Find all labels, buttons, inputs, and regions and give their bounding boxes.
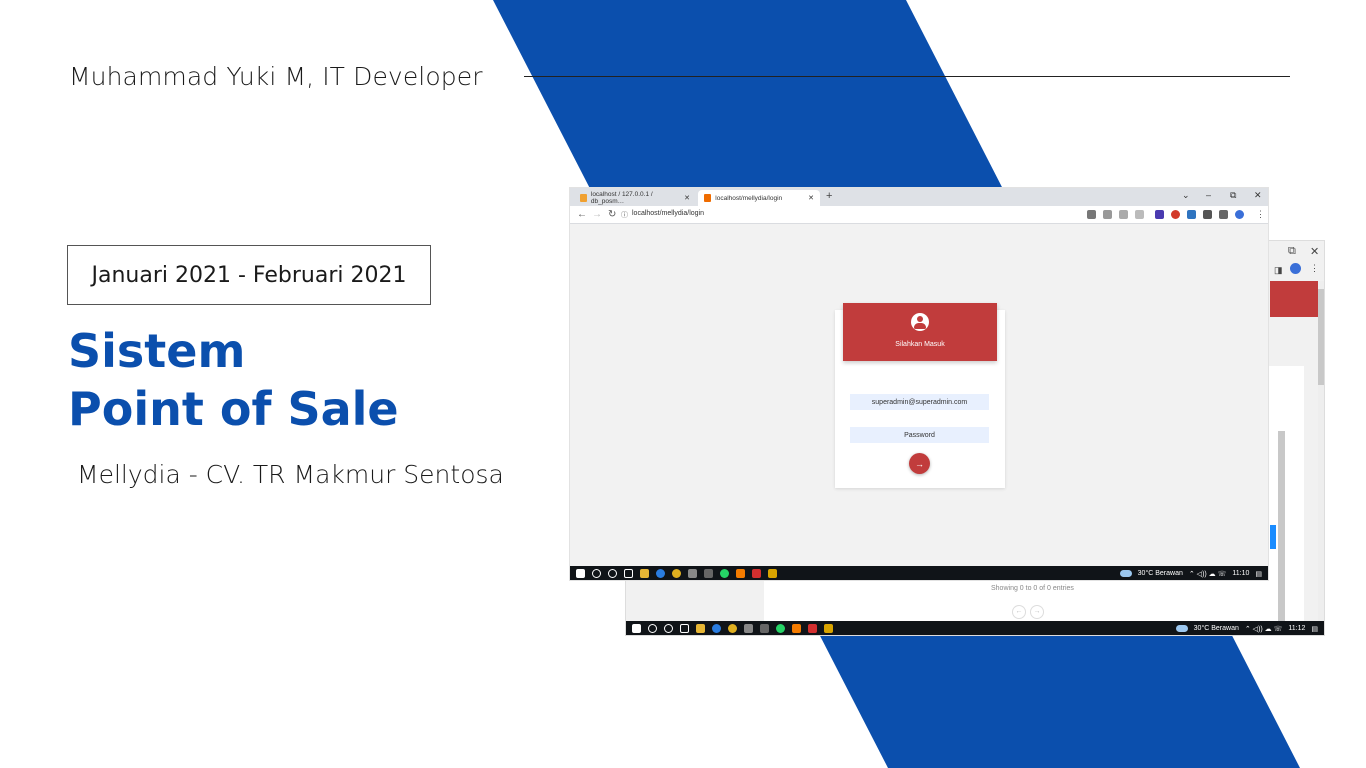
whatsapp-icon[interactable] bbox=[720, 569, 729, 578]
sidebar-icon: ◨ bbox=[1274, 265, 1283, 275]
login-page: Silahkan Masuk superadmin@superadmin.com… bbox=[570, 224, 1268, 566]
login-card-header: Silahkan Masuk bbox=[843, 303, 997, 361]
tab-phpmyadmin[interactable]: localhost / 127.0.0.1 / db_posm… ✕ bbox=[574, 190, 696, 206]
cortana-icon[interactable] bbox=[608, 569, 617, 578]
sidebar-icon[interactable] bbox=[1219, 210, 1228, 219]
cortana-icon[interactable] bbox=[664, 624, 673, 633]
red-header-band bbox=[1270, 281, 1318, 317]
search-icon[interactable] bbox=[648, 624, 657, 633]
weather-text: 30°C Berawan bbox=[1137, 570, 1183, 577]
scrollbar-thumb[interactable] bbox=[1318, 289, 1324, 385]
period-text: Januari 2021 - Februari 2021 bbox=[91, 262, 407, 288]
password-field[interactable]: Password bbox=[850, 427, 989, 443]
notification-icon[interactable]: ▤ bbox=[1255, 570, 1262, 578]
divider-line bbox=[524, 76, 1290, 77]
windows-start-icon[interactable] bbox=[632, 624, 641, 633]
project-title: Sistem Point of Sale bbox=[68, 322, 399, 438]
filezilla-icon[interactable] bbox=[752, 569, 761, 578]
info-icon[interactable]: ⓘ bbox=[621, 210, 628, 220]
task-view-icon[interactable] bbox=[680, 624, 689, 633]
clock-text: 11:10 bbox=[1232, 570, 1250, 577]
minimize-button[interactable]: – bbox=[1206, 190, 1211, 200]
menu-icon: ⋮ bbox=[1310, 263, 1319, 273]
arrow-right-icon: → bbox=[915, 458, 924, 469]
email-field[interactable]: superadmin@superadmin.com bbox=[850, 394, 989, 410]
period-box: Januari 2021 - Februari 2021 bbox=[67, 245, 431, 305]
address-bar: ← → ↻ ⓘ localhost/mellydia/login ⋮ bbox=[570, 206, 1268, 224]
notification-icon[interactable]: ▤ bbox=[1311, 625, 1318, 633]
tab-strip: localhost / 127.0.0.1 / db_posm… ✕ local… bbox=[570, 188, 1268, 206]
whatsapp-icon[interactable] bbox=[776, 624, 785, 633]
translate-icon[interactable] bbox=[1103, 210, 1112, 219]
extensions-puzzle-icon[interactable] bbox=[1203, 210, 1212, 219]
title-line-1: Sistem bbox=[68, 324, 246, 378]
profile-avatar bbox=[1290, 263, 1301, 274]
app-favicon-icon bbox=[704, 194, 712, 202]
next-page-button[interactable]: → bbox=[1030, 605, 1044, 619]
user-circle-icon bbox=[911, 313, 929, 331]
file-explorer-icon[interactable] bbox=[640, 569, 649, 578]
system-tray-icons[interactable]: ⌃ ◁)) ☁ ☏ bbox=[1189, 570, 1227, 578]
store-icon[interactable] bbox=[688, 569, 697, 578]
extension-blue-icon[interactable] bbox=[1187, 210, 1196, 219]
store-icon[interactable] bbox=[744, 624, 753, 633]
task-view-icon[interactable] bbox=[624, 569, 633, 578]
tab-search-icon[interactable]: ⌄ bbox=[1182, 190, 1190, 201]
weather-cloud-icon bbox=[1175, 625, 1188, 632]
chrome-icon[interactable] bbox=[728, 624, 737, 633]
prev-page-button[interactable]: ← bbox=[1012, 605, 1026, 619]
share-icon[interactable] bbox=[1119, 210, 1128, 219]
menu-icon[interactable]: ⋮ bbox=[1256, 209, 1265, 220]
key-icon[interactable] bbox=[1087, 210, 1096, 219]
new-tab-button[interactable]: + bbox=[826, 190, 832, 202]
weather-text: 30°C Berawan bbox=[1193, 625, 1239, 632]
url-field[interactable]: localhost/mellydia/login bbox=[632, 210, 704, 217]
chrome-icon[interactable] bbox=[672, 569, 681, 578]
filezilla-icon[interactable] bbox=[808, 624, 817, 633]
windows-start-icon[interactable] bbox=[576, 569, 585, 578]
sublime-icon[interactable] bbox=[768, 569, 777, 578]
windows-taskbar-back: 30°C Berawan ⌃ ◁)) ☁ ☏ 11:12 ▤ bbox=[626, 621, 1324, 635]
tab-label: localhost / 127.0.0.1 / db_posm… bbox=[590, 191, 653, 205]
xampp-icon[interactable] bbox=[736, 569, 745, 578]
inner-scrollbar[interactable] bbox=[1278, 431, 1285, 621]
client-subtitle: Mellydia - CV. TR Makmur Sentosa bbox=[77, 460, 504, 489]
extension-purple-icon[interactable] bbox=[1155, 210, 1164, 219]
close-icon: ✕ bbox=[1310, 246, 1320, 258]
login-card: Silahkan Masuk superadmin@superadmin.com… bbox=[835, 303, 1005, 488]
close-button[interactable]: ✕ bbox=[1254, 190, 1262, 201]
weather-cloud-icon bbox=[1119, 570, 1132, 577]
paint-icon[interactable] bbox=[760, 624, 769, 633]
tab-close-icon[interactable]: ✕ bbox=[808, 194, 814, 202]
clock-text: 11:12 bbox=[1288, 625, 1306, 632]
extension-red-icon[interactable] bbox=[1171, 210, 1180, 219]
reload-icon[interactable]: ↻ bbox=[608, 209, 616, 220]
tab-label: localhost/mellydia/login bbox=[715, 194, 783, 202]
bookmark-star-icon[interactable] bbox=[1135, 210, 1144, 219]
restore-button[interactable]: ⧉ bbox=[1230, 190, 1236, 201]
front-screenshot: localhost / 127.0.0.1 / db_posm… ✕ local… bbox=[569, 187, 1269, 581]
tab-login[interactable]: localhost/mellydia/login ✕ bbox=[698, 190, 820, 206]
paint-icon[interactable] bbox=[704, 569, 713, 578]
back-icon[interactable]: ← bbox=[577, 209, 587, 220]
file-explorer-icon[interactable] bbox=[696, 624, 705, 633]
windows-taskbar-front: 30°C Berawan ⌃ ◁)) ☁ ☏ 11:10 ▤ bbox=[570, 566, 1268, 580]
login-submit-button[interactable]: → bbox=[909, 453, 930, 474]
system-tray-icons[interactable]: ⌃ ◁)) ☁ ☏ bbox=[1245, 625, 1283, 633]
edge-icon[interactable] bbox=[656, 569, 665, 578]
title-line-2: Point of Sale bbox=[68, 382, 399, 436]
phpmyadmin-icon bbox=[580, 194, 587, 202]
edge-icon[interactable] bbox=[712, 624, 721, 633]
forward-icon[interactable]: → bbox=[592, 209, 602, 220]
tab-close-icon[interactable]: ✕ bbox=[684, 194, 690, 202]
xampp-icon[interactable] bbox=[792, 624, 801, 633]
author-heading: Muhammad Yuki M, IT Developer bbox=[69, 62, 483, 91]
profile-avatar[interactable] bbox=[1235, 210, 1244, 219]
search-icon[interactable] bbox=[592, 569, 601, 578]
table-info-text: Showing 0 to 0 of 0 entries bbox=[991, 585, 1074, 592]
login-heading: Silahkan Masuk bbox=[895, 341, 945, 348]
sublime-icon[interactable] bbox=[824, 624, 833, 633]
restore-icon: ⧉ bbox=[1288, 245, 1296, 257]
